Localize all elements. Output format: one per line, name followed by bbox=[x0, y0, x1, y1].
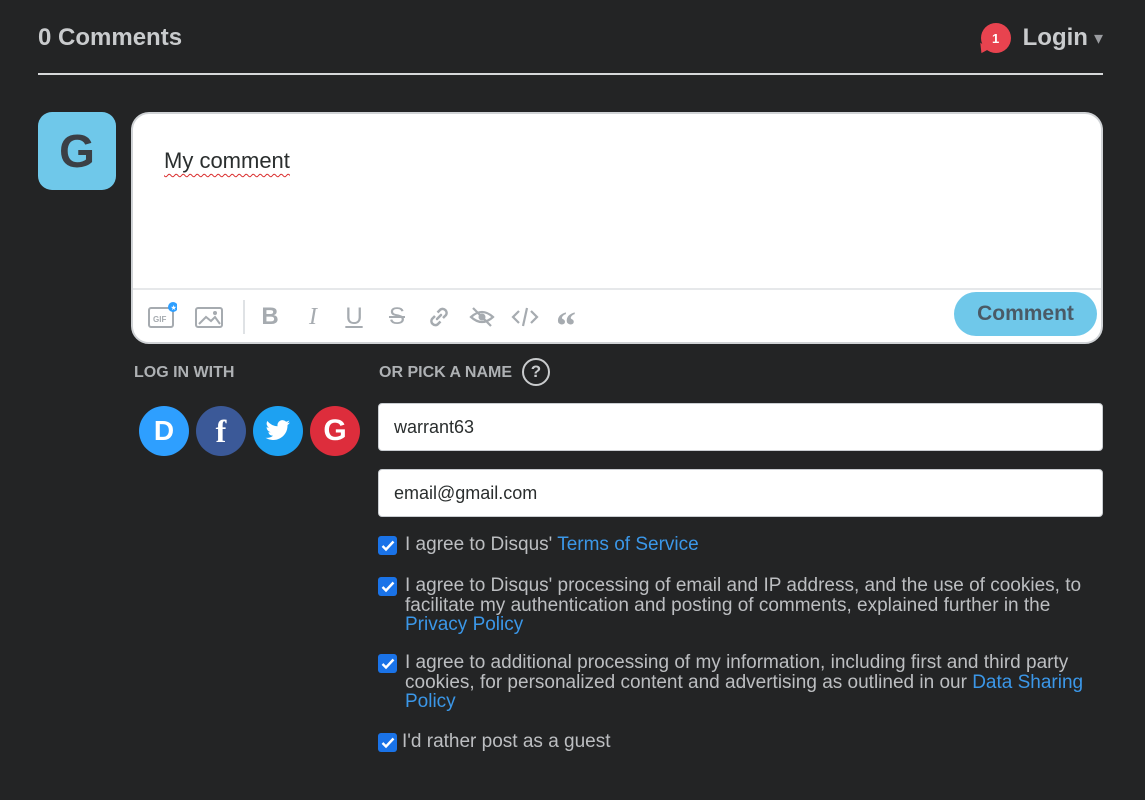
data-sharing-checkbox[interactable] bbox=[378, 654, 397, 673]
italic-icon[interactable]: I bbox=[298, 302, 328, 332]
chevron-down-icon[interactable]: ▾ bbox=[1094, 28, 1103, 49]
disqus-login-icon[interactable]: D bbox=[139, 406, 189, 456]
bold-icon[interactable]: B bbox=[255, 302, 285, 332]
svg-text:★: ★ bbox=[171, 304, 177, 312]
consent-data-sharing: I agree to additional processing of my i… bbox=[378, 653, 1095, 712]
comment-editor[interactable]: My comment GIF ★ B I U S “ Comment bbox=[131, 112, 1103, 344]
svg-text:GIF: GIF bbox=[153, 315, 166, 324]
login-menu[interactable]: 1 Login ▾ bbox=[980, 22, 1103, 54]
comment-submit-button[interactable]: Comment bbox=[954, 292, 1097, 336]
consent-terms-text: I agree to Disqus' bbox=[405, 534, 558, 555]
guest-option: I'd rather post as a guest bbox=[378, 732, 1092, 752]
consent-terms: I agree to Disqus' Terms of Service bbox=[378, 535, 1095, 555]
guest-option-text: I'd rather post as a guest bbox=[402, 731, 611, 752]
strikethrough-icon[interactable]: S bbox=[382, 302, 412, 332]
consent-data-sharing-text: I agree to additional processing of my i… bbox=[405, 652, 1069, 693]
avatar: G bbox=[38, 112, 116, 190]
guest-email-input[interactable]: email@gmail.com bbox=[378, 469, 1103, 517]
twitter-login-icon[interactable] bbox=[253, 406, 303, 456]
terms-of-service-link[interactable]: Terms of Service bbox=[557, 534, 698, 555]
spoiler-icon[interactable] bbox=[467, 302, 497, 332]
consent-text: I agree to Disqus' Terms of Service bbox=[405, 535, 1095, 555]
link-icon[interactable] bbox=[424, 302, 454, 332]
editor-toolbar: GIF ★ B I U S “ Comment bbox=[133, 288, 1101, 343]
privacy-policy-link[interactable]: Privacy Policy bbox=[405, 614, 523, 635]
help-icon[interactable]: ? bbox=[522, 358, 550, 386]
pick-name-label: OR PICK A NAME bbox=[379, 364, 513, 381]
header-divider bbox=[38, 73, 1103, 75]
comment-count: 0 Comments bbox=[38, 24, 183, 51]
consent-text: I agree to Disqus' processing of email a… bbox=[405, 576, 1095, 635]
terms-checkbox[interactable] bbox=[378, 536, 397, 555]
toolbar-separator bbox=[243, 300, 245, 334]
guest-name-input[interactable]: warrant63 bbox=[378, 403, 1103, 451]
google-letter: G bbox=[323, 414, 347, 447]
facebook-login-icon[interactable]: f bbox=[196, 406, 246, 456]
guest-checkbox[interactable] bbox=[378, 733, 397, 752]
disqus-letter: D bbox=[153, 415, 175, 446]
comments-header: 0 Comments 1 Login ▾ bbox=[38, 22, 1103, 54]
notification-badge[interactable]: 1 bbox=[980, 23, 1011, 53]
google-login-icon[interactable]: G bbox=[310, 406, 360, 456]
comment-textarea[interactable]: My comment bbox=[164, 148, 290, 174]
privacy-checkbox[interactable] bbox=[378, 577, 397, 596]
quote-icon[interactable]: “ bbox=[551, 302, 581, 343]
login-with-label: LOG IN WITH bbox=[134, 364, 235, 381]
consent-privacy: I agree to Disqus' processing of email a… bbox=[378, 576, 1095, 635]
consent-privacy-text: I agree to Disqus' processing of email a… bbox=[405, 575, 1082, 616]
login-label[interactable]: Login bbox=[1023, 24, 1088, 52]
consent-text: I agree to additional processing of my i… bbox=[405, 653, 1095, 712]
gif-icon[interactable]: GIF ★ bbox=[147, 302, 177, 332]
twitter-bird-icon bbox=[265, 420, 290, 441]
facebook-letter: f bbox=[215, 412, 227, 449]
underline-icon[interactable]: U bbox=[339, 302, 369, 332]
code-icon[interactable] bbox=[510, 302, 540, 332]
image-icon[interactable] bbox=[194, 302, 224, 332]
